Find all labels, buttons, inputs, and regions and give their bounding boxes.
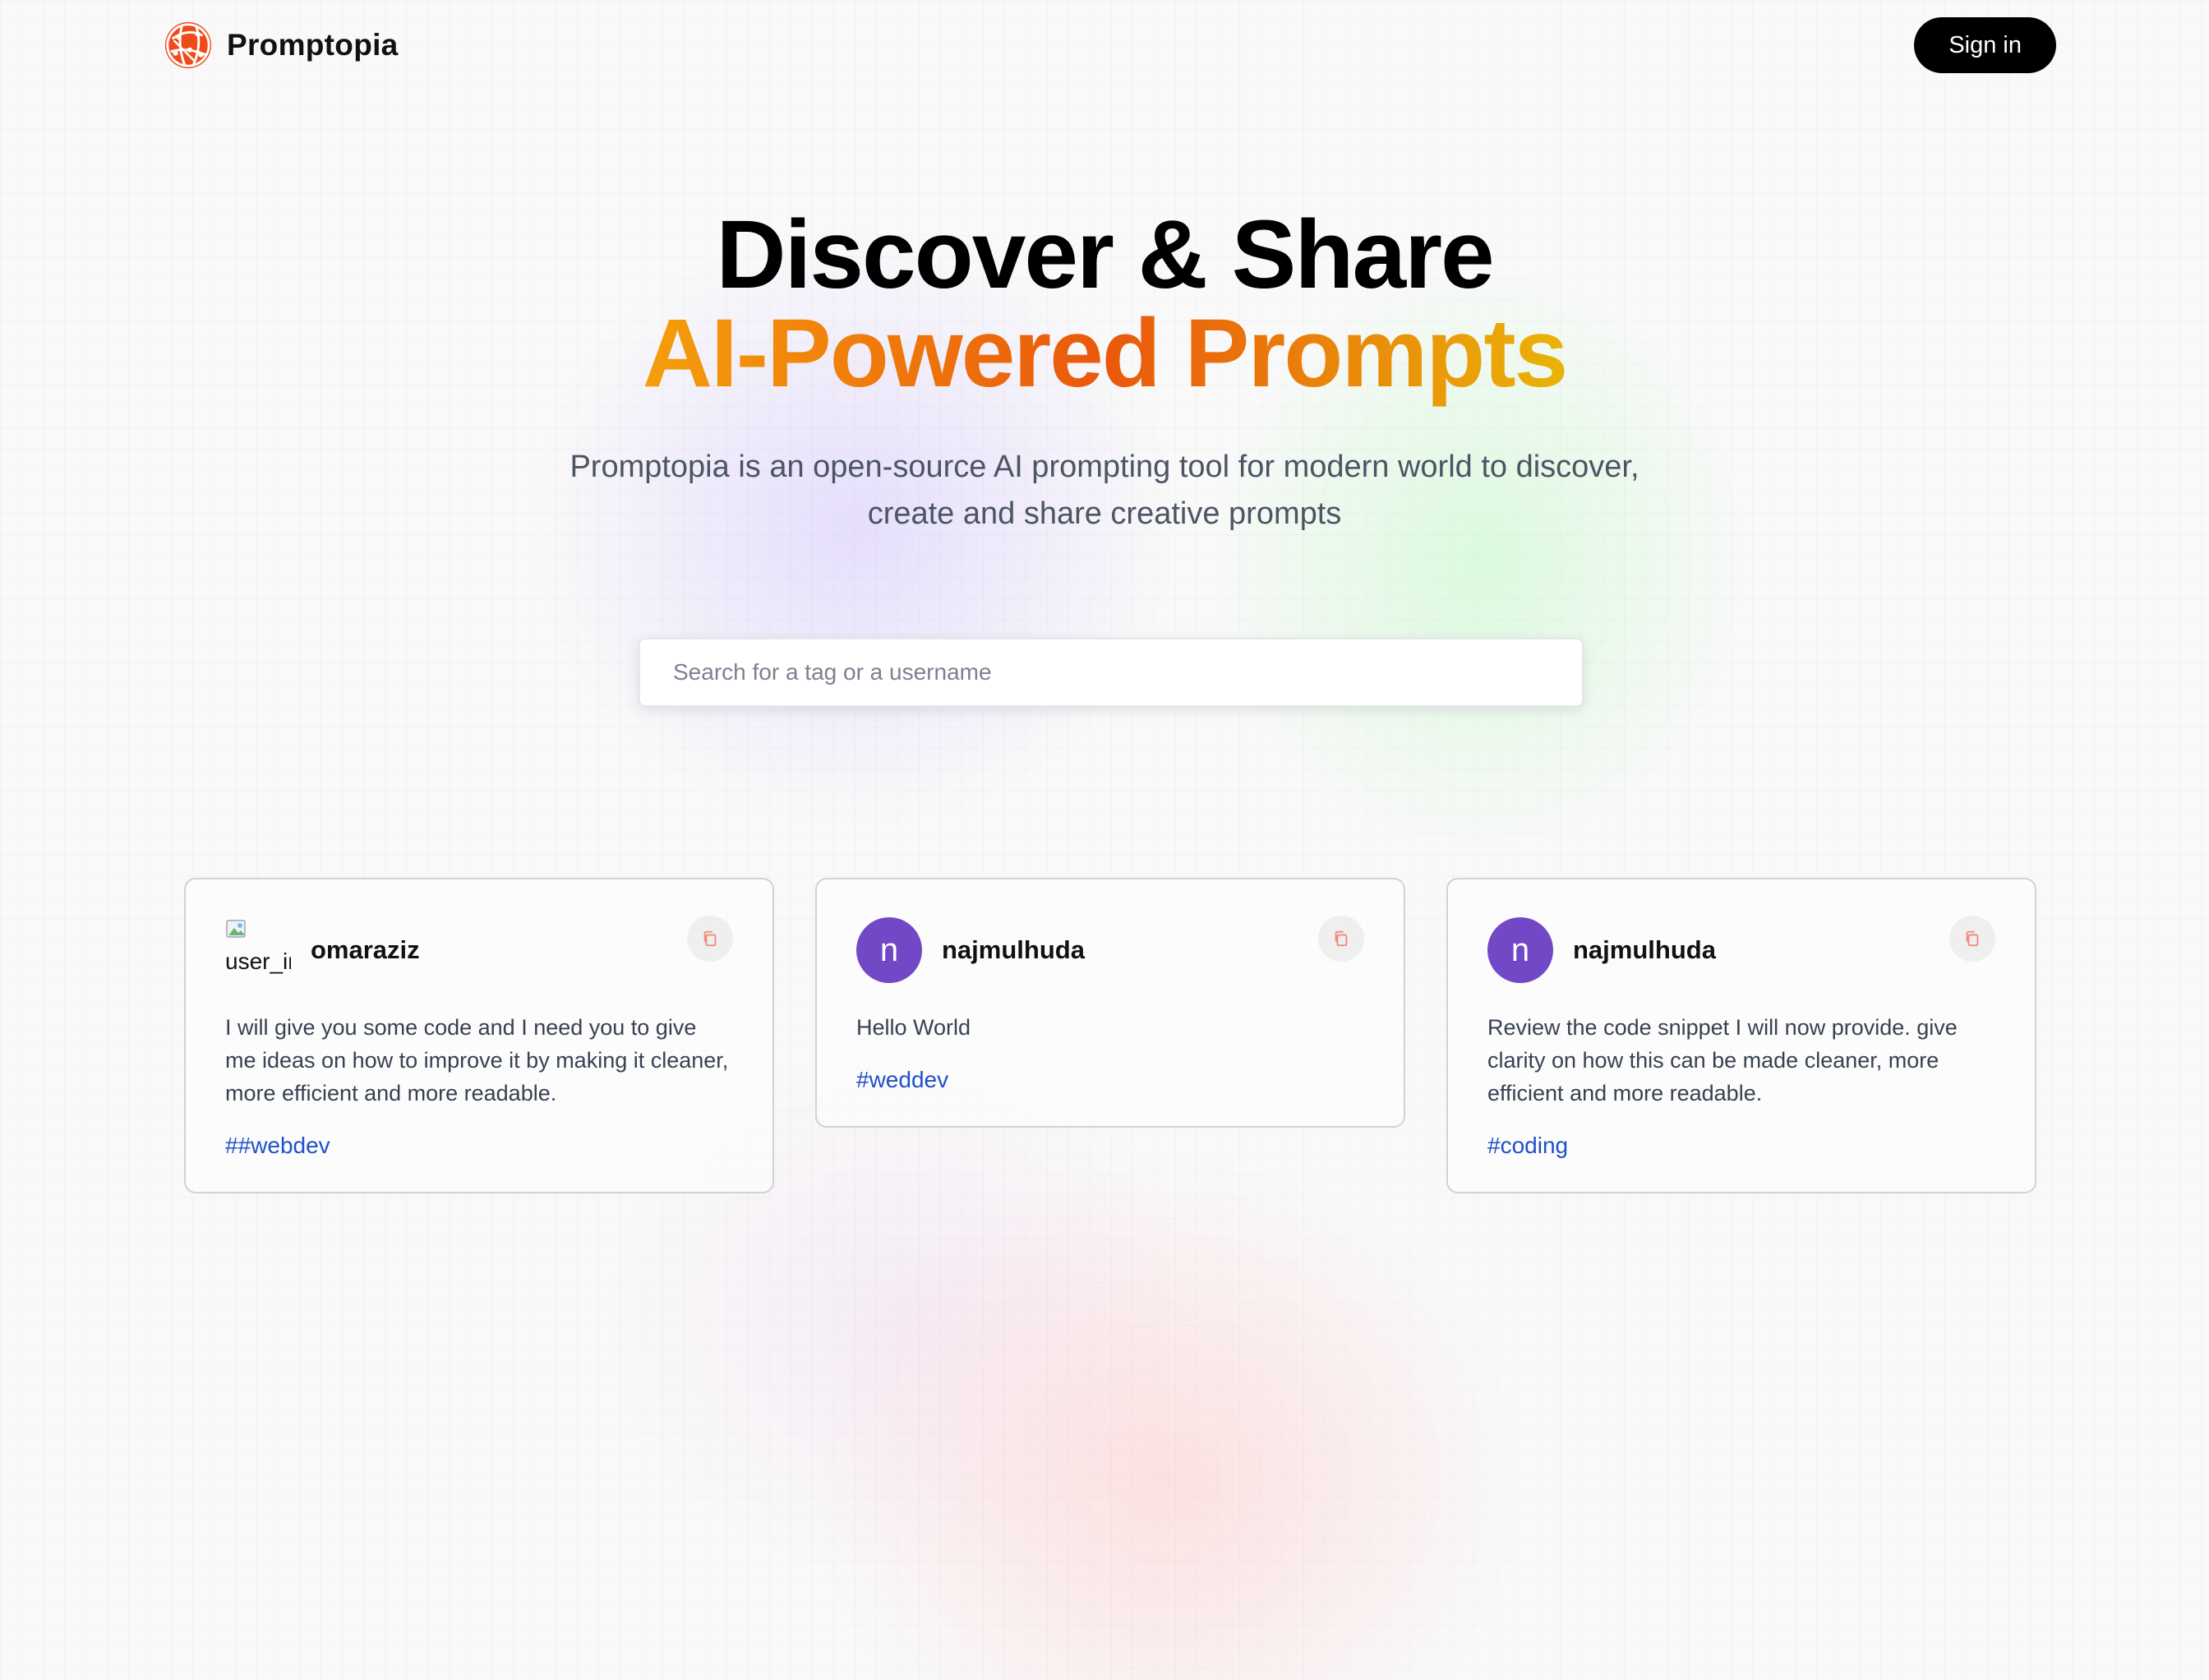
headline-line-2: AI-Powered Prompts	[642, 299, 1569, 408]
prompt-author[interactable]: n najmulhuda	[1487, 917, 1716, 983]
username: omaraziz	[311, 935, 420, 964]
username: najmulhuda	[1573, 935, 1716, 964]
hero-description: Promptopia is an open-source AI promptin…	[570, 450, 1639, 531]
avatar: n	[1487, 917, 1553, 983]
prompt-tag[interactable]: ##webdev	[225, 1133, 330, 1159]
prompt-card: n najmulhuda Hello World #weddev	[815, 878, 1405, 1128]
prompt-author[interactable]: user_image omaraziz	[225, 917, 420, 983]
copy-button[interactable]	[1949, 916, 1995, 962]
search-input[interactable]	[639, 638, 1584, 707]
sign-in-button[interactable]: Sign in	[1914, 17, 2056, 73]
copy-icon	[1335, 930, 1348, 947]
prompt-card: n najmulhuda Review the code snippet I w…	[1446, 878, 2036, 1193]
copy-icon	[703, 930, 717, 947]
hero-section: Discover & Share AI-Powered Prompts Prom…	[0, 205, 2209, 538]
prompt-author[interactable]: n najmulhuda	[856, 917, 1085, 983]
prompt-tag[interactable]: #coding	[1487, 1133, 1568, 1159]
prompt-text: Hello World	[856, 1015, 971, 1040]
broken-image-icon	[226, 920, 246, 938]
prompt-text: Review the code snippet I will now provi…	[1487, 1015, 1958, 1105]
copy-button[interactable]	[687, 916, 733, 962]
page-title: Discover & Share AI-Powered Prompts	[0, 205, 2209, 408]
search-form	[639, 638, 1584, 707]
globe-network-icon	[164, 21, 212, 69]
prompt-card-header: n najmulhuda	[1487, 916, 1995, 983]
copy-icon	[1966, 930, 1979, 947]
prompt-card-header: n najmulhuda	[856, 916, 1364, 983]
brand-name: Promptopia	[227, 28, 399, 62]
prompt-text: I will give you some code and I need you…	[225, 1015, 729, 1105]
avatar: user_image	[225, 917, 291, 983]
prompt-tag[interactable]: #weddev	[856, 1067, 948, 1093]
top-nav: Promptopia Sign in	[163, 16, 2056, 74]
username: najmulhuda	[942, 935, 1085, 964]
copy-button[interactable]	[1318, 916, 1364, 962]
prompt-card-header: user_image omaraziz	[225, 916, 733, 983]
headline-line-1: Discover & Share	[716, 201, 1494, 309]
prompt-card: user_image omaraziz I will give you some…	[184, 878, 774, 1193]
avatar: n	[856, 917, 922, 983]
avatar-alt-text: user_image	[225, 948, 291, 974]
brand-home-link[interactable]: Promptopia	[163, 20, 399, 71]
